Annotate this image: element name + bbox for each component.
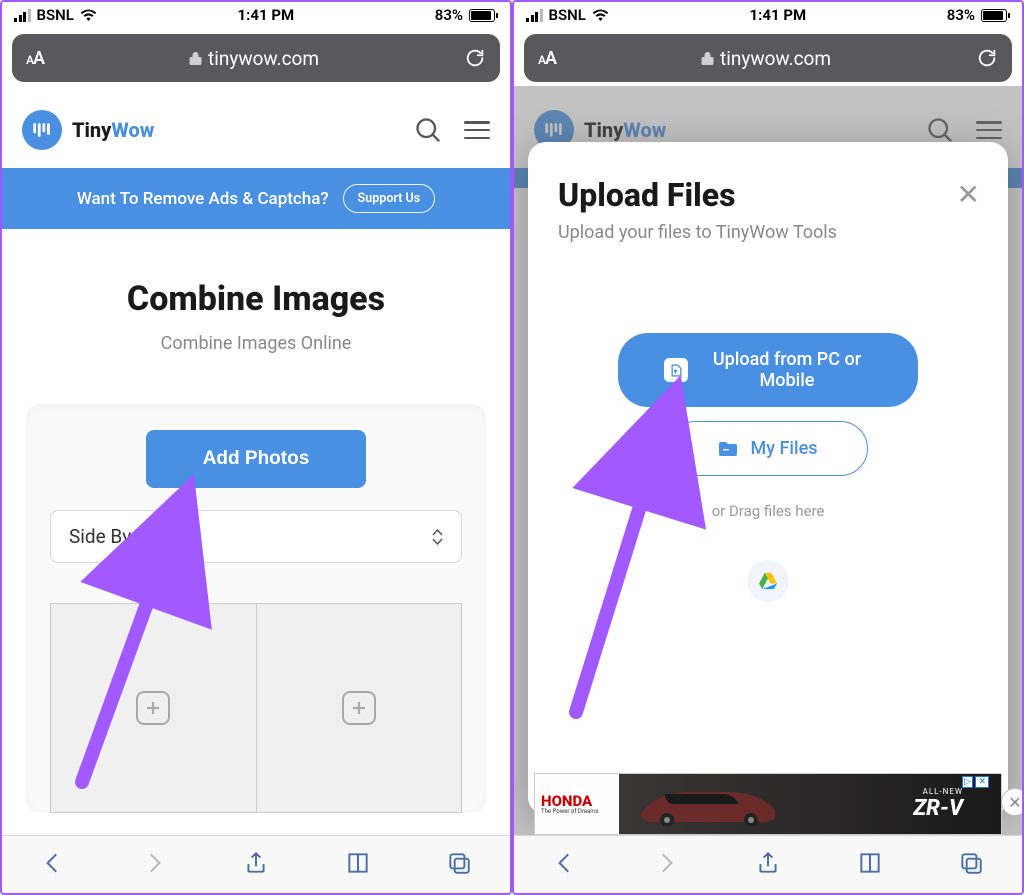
google-drive-button[interactable]	[747, 560, 789, 602]
drag-hint: or Drag files here	[558, 502, 978, 520]
search-icon[interactable]	[414, 116, 442, 144]
upload-from-device-button[interactable]: Upload from PC or Mobile	[618, 333, 918, 407]
upload-button-label: Upload from PC or Mobile	[702, 349, 872, 391]
browser-url-bar[interactable]: AA tinywow.com	[12, 34, 500, 82]
ad-close-button[interactable]: ✕	[1001, 788, 1024, 816]
upload-card: Add Photos Side By Side	[26, 404, 486, 813]
ad-banner[interactable]: HONDAThe Power of Dreams ALL-NEWZR-V ▷ ✕…	[534, 773, 1002, 835]
browser-toolbar	[514, 835, 1022, 893]
forward-button[interactable]	[653, 850, 679, 880]
battery-pct: 83%	[435, 6, 463, 24]
phone-right: BSNL 1:41 PM 83% AA tinywow.com TinyWow	[512, 0, 1024, 895]
lock-icon	[701, 51, 714, 66]
text-size-button[interactable]: AA	[538, 48, 556, 69]
forward-button[interactable]	[141, 850, 167, 880]
promo-banner: Want To Remove Ads & Captcha? Support Us	[2, 168, 510, 229]
status-bar: BSNL 1:41 PM 83%	[2, 2, 510, 28]
ad-model: ALL-NEWZR-V	[913, 787, 1001, 821]
tabs-button[interactable]	[958, 850, 984, 880]
carrier-label: BSNL	[549, 6, 586, 24]
modal-subtitle: Upload your files to TinyWow Tools	[558, 222, 978, 243]
battery-icon	[979, 9, 1010, 22]
brand-text: TinyWow	[72, 118, 154, 142]
page-subtitle: Combine Images Online	[26, 333, 486, 354]
add-image-icon	[136, 691, 170, 725]
folder-icon	[718, 441, 738, 457]
layout-select[interactable]: Side By Side	[50, 510, 462, 563]
bookmarks-button[interactable]	[857, 850, 883, 880]
back-button[interactable]	[552, 850, 578, 880]
status-bar: BSNL 1:41 PM 83%	[514, 2, 1022, 28]
upload-modal: ✕ Upload Files Upload your files to Tiny…	[528, 142, 1008, 815]
ad-brand: HONDAThe Power of Dreams	[535, 794, 619, 815]
wifi-icon	[80, 9, 97, 22]
share-button[interactable]	[755, 850, 781, 880]
my-files-button[interactable]: My Files	[668, 421, 868, 476]
browser-toolbar	[2, 835, 510, 893]
clock-label: 1:41 PM	[238, 6, 295, 24]
url-domain: tinywow.com	[720, 47, 831, 70]
tabs-button[interactable]	[446, 850, 472, 880]
lock-icon	[189, 51, 202, 66]
menu-icon[interactable]	[464, 121, 490, 139]
banner-text: Want To Remove Ads & Captcha?	[77, 189, 329, 209]
close-icon[interactable]: ✕	[957, 178, 980, 211]
wifi-icon	[592, 9, 609, 22]
browser-url-bar[interactable]: AA tinywow.com	[524, 34, 1012, 82]
my-files-label: My Files	[750, 438, 817, 459]
image-slot[interactable]	[257, 604, 462, 812]
battery-icon	[467, 9, 498, 22]
app-header: TinyWow	[2, 88, 510, 168]
layout-select-value: Side By Side	[69, 525, 173, 548]
url-domain: tinywow.com	[208, 47, 319, 70]
upload-file-icon	[664, 358, 688, 382]
share-button[interactable]	[243, 850, 269, 880]
page-title: Combine Images	[26, 279, 486, 319]
signal-icon	[14, 9, 31, 22]
main-content: Combine Images Combine Images Online Add…	[2, 229, 510, 813]
back-button[interactable]	[40, 850, 66, 880]
clock-label: 1:41 PM	[750, 6, 807, 24]
image-tiles	[50, 603, 462, 813]
carrier-label: BSNL	[37, 6, 74, 24]
adchoices-icon[interactable]: ▷	[962, 776, 973, 788]
add-image-icon	[342, 691, 376, 725]
image-slot[interactable]	[51, 604, 257, 812]
phone-left: BSNL 1:41 PM 83% AA tinywow.com TinyWow	[0, 0, 512, 895]
logo-icon	[22, 110, 62, 150]
reload-icon[interactable]	[976, 47, 998, 69]
support-us-button[interactable]: Support Us	[343, 184, 436, 213]
ad-dismiss-x-icon[interactable]: ✕	[975, 776, 989, 788]
text-size-button[interactable]: AA	[26, 48, 44, 69]
google-drive-icon	[758, 572, 778, 590]
bookmarks-button[interactable]	[345, 850, 371, 880]
reload-icon[interactable]	[464, 47, 486, 69]
signal-icon	[526, 9, 543, 22]
battery-pct: 83%	[947, 6, 975, 24]
add-photos-button[interactable]: Add Photos	[146, 430, 366, 488]
modal-title: Upload Files	[558, 176, 978, 214]
ad-car-image	[619, 774, 913, 834]
chevron-updown-icon	[432, 529, 443, 545]
brand-logo[interactable]: TinyWow	[22, 110, 154, 150]
